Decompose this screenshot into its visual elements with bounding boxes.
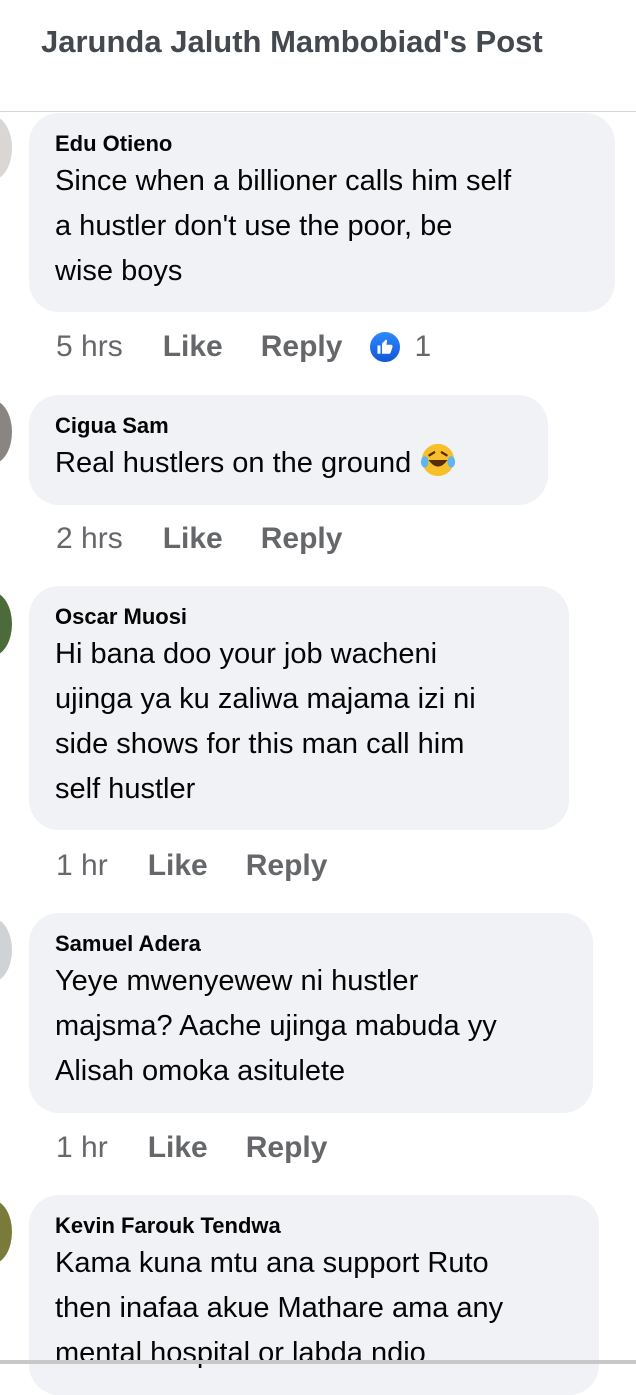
comment-actions: 1 hr Like Reply — [56, 1128, 365, 1168]
comment-text: Real hustlers on the ground — [55, 441, 522, 486]
like-button[interactable]: Like — [148, 849, 208, 883]
reply-button[interactable]: Reply — [261, 330, 343, 364]
thumbs-up-icon — [368, 330, 403, 364]
comment-bubble: Kevin Farouk Tendwa Kama kuna mtu ana su… — [29, 1195, 599, 1395]
comment-author[interactable]: Cigua Sam — [55, 411, 522, 441]
comment-author[interactable]: Edu Otieno — [55, 129, 589, 159]
comment-author[interactable]: Samuel Adera — [55, 929, 567, 959]
reply-button[interactable]: Reply — [246, 849, 328, 883]
reply-button[interactable]: Reply — [261, 522, 343, 556]
comment-text: Yeye mwenyewew ni hustler majsma? Aache … — [55, 965, 497, 1087]
avatar[interactable] — [0, 918, 12, 982]
comment-text: Kama kuna mtu ana support Ruto then inaf… — [55, 1247, 504, 1369]
reaction-summary[interactable]: 1 — [368, 330, 431, 364]
comment-text: Since when a billioner calls him self a … — [55, 165, 512, 287]
comment-bubble: Cigua Sam Real hustlers on the ground — [29, 395, 548, 505]
laughing-tears-emoji-icon — [421, 443, 456, 477]
comment-author[interactable]: Oscar Muosi — [55, 602, 543, 632]
avatar[interactable] — [0, 116, 12, 180]
bottom-divider — [0, 1360, 636, 1364]
page-title: Jarunda Jaluth Mambobiad's Post — [41, 24, 543, 59]
like-button[interactable]: Like — [163, 330, 223, 364]
comment-actions: 1 hr Like Reply — [56, 846, 365, 886]
reply-button[interactable]: Reply — [246, 1131, 328, 1165]
comment-actions: 2 hrs Like Reply — [56, 519, 380, 559]
avatar[interactable] — [0, 592, 12, 656]
comment-timestamp[interactable]: 2 hrs — [56, 522, 123, 556]
comment-bubble: Edu Otieno Since when a billioner calls … — [29, 113, 615, 312]
post-header: Jarunda Jaluth Mambobiad's Post — [0, 0, 636, 112]
comment-author[interactable]: Kevin Farouk Tendwa — [55, 1211, 573, 1241]
comment-bubble: Oscar Muosi Hi bana doo your job wacheni… — [29, 586, 569, 830]
comment-text: Hi bana doo your job wacheni ujinga ya k… — [55, 638, 476, 805]
comment-bubble: Samuel Adera Yeye mwenyewew ni hustler m… — [29, 913, 593, 1113]
comment-actions: 5 hrs Like Reply 1 — [56, 327, 431, 367]
avatar[interactable] — [0, 1200, 12, 1264]
avatar[interactable] — [0, 400, 12, 464]
like-button[interactable]: Like — [163, 522, 223, 556]
like-button[interactable]: Like — [148, 1131, 208, 1165]
reaction-count: 1 — [414, 330, 432, 363]
comment-timestamp[interactable]: 1 hr — [56, 1131, 108, 1165]
comment-timestamp[interactable]: 5 hrs — [56, 330, 123, 364]
comment-timestamp[interactable]: 1 hr — [56, 849, 108, 883]
